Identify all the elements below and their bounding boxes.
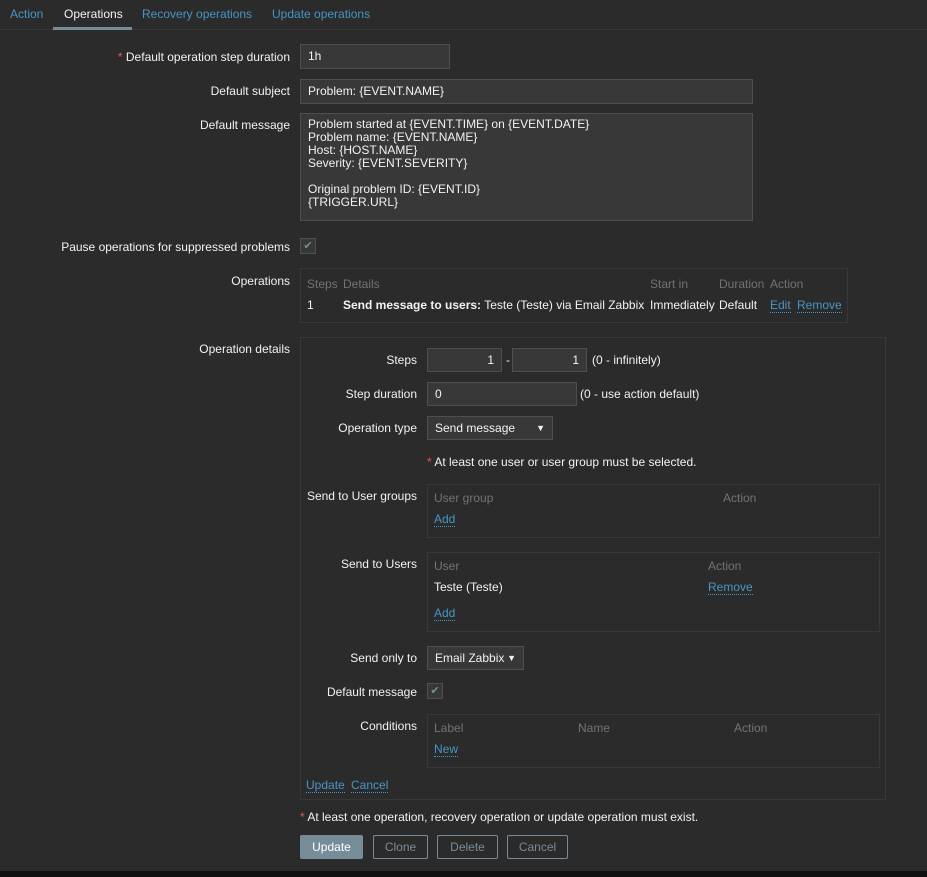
conditions-label: Conditions [360,719,417,733]
steps-hint: (0 - infinitely) [592,353,661,367]
operation-type-label: Operation type [338,421,417,435]
message-textarea[interactable]: Problem started at {EVENT.TIME} on {EVEN… [300,113,753,221]
op-step-duration-input[interactable]: 0 [427,382,577,406]
send-to-users-label: Send to Users [340,557,417,571]
row-details: Send message to users: Teste (Teste) via… [343,298,645,312]
tab-operations[interactable]: Operations [64,7,123,21]
col-user-group: User group [434,491,494,505]
delete-button[interactable]: Delete [437,835,498,859]
col-label: Label [434,721,464,735]
pause-label: Pause operations for suppressed problems [61,240,290,254]
remove-operation-link[interactable]: Remove [797,298,842,313]
pause-checkbox[interactable]: ✔ [300,238,316,254]
tab-update-operations[interactable]: Update operations [272,7,370,21]
add-user-group-link[interactable]: Add [434,512,456,527]
message-label: Default message [199,118,290,132]
operation-details-label: Operation details [199,342,290,356]
row-start-in: Immediately [650,298,715,312]
update-button[interactable]: Update [300,835,363,859]
tab-action[interactable]: Action [10,7,43,21]
col-details: Details [343,277,380,291]
row-steps: 1 [307,298,314,312]
steps-separator: - [506,353,510,367]
col-action: Action [770,277,804,291]
steps-from-input[interactable]: 1 [427,348,502,372]
users-table: User Action Teste (Teste) Remove Add [427,552,880,632]
update-operation-link[interactable]: Update [306,778,345,793]
clone-button[interactable]: Clone [373,835,428,859]
add-user-link[interactable]: Add [434,606,456,621]
conditions-table: Label Name Action New [427,714,880,768]
footer-bar [0,871,927,877]
step-duration-input[interactable]: 1h [300,44,450,69]
edit-operation-link[interactable]: Edit [770,298,791,313]
col-action: Action [734,721,768,735]
col-name: Name [578,721,611,735]
operations-label: Operations [231,274,290,288]
default-message-label: Default message [326,685,417,699]
subject-label: Default subject [210,84,290,98]
active-tab-indicator [53,27,132,30]
user-groups-table: User group Action Add [427,484,880,538]
send-only-to-select[interactable]: Email Zabbix [427,646,524,670]
user-name: Teste (Teste) [434,580,503,594]
send-to-groups-label: Send to User groups [306,489,417,503]
operation-required-note: * At least one operation, recovery opera… [300,810,699,824]
user-required-warning: * At least one user or user group must b… [427,455,697,469]
step-duration-label: * Default operation step duration [117,50,290,64]
send-only-to-label: Send only to [350,651,417,665]
tab-bar: Action Operations Recovery operations Up… [0,0,927,30]
col-steps: Steps [307,277,338,291]
op-step-duration-label: Step duration [345,387,417,401]
new-condition-link[interactable]: New [434,742,459,757]
col-start-in: Start in [650,277,689,291]
col-action: Action [708,559,742,573]
steps-label: Steps [386,353,417,367]
step-duration-hint: (0 - use action default) [580,387,700,401]
operation-type-select[interactable]: Send message [427,416,553,440]
remove-user-link[interactable]: Remove [708,580,753,595]
subject-input[interactable]: Problem: {EVENT.NAME} [300,79,753,104]
operations-table: Steps Details Start in Duration Action 1… [300,268,848,323]
steps-to-input[interactable]: 1 [512,348,587,372]
col-user: User [434,559,460,573]
operation-details-panel: Steps 1 - 1 (0 - infinitely) Step durati… [300,337,886,800]
col-action: Action [723,491,757,505]
cancel-button[interactable]: Cancel [507,835,568,859]
col-duration: Duration [719,277,765,291]
cancel-operation-link[interactable]: Cancel [351,778,389,793]
row-duration: Default [719,298,758,312]
tab-recovery-operations[interactable]: Recovery operations [142,7,252,21]
default-message-checkbox[interactable]: ✔ [427,683,443,699]
